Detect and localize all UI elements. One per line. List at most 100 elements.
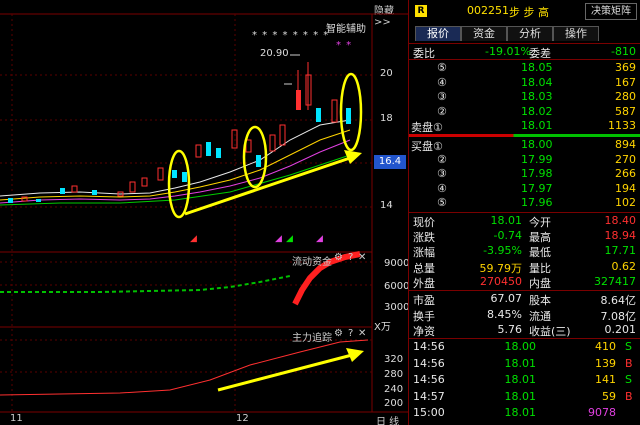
stock-code: 002251 — [467, 4, 509, 17]
svg-text:◢: ◢ — [286, 234, 293, 244]
capital-axis-6000: 6000 — [384, 281, 408, 292]
quote-label: 内盘 — [529, 276, 551, 290]
current-price-marker: 16.4 — [374, 155, 406, 169]
tick-price: 18.01 — [504, 356, 537, 370]
helper-label[interactable]: 智能辅助 — [326, 20, 366, 35]
buy-level-volume: 194 — [615, 181, 636, 195]
tick-time: 14:56 — [413, 373, 445, 386]
close-icon[interactable]: ✕ — [358, 252, 366, 263]
sell-level-volume: 1133 — [608, 119, 636, 132]
sell-level-volume: 167 — [615, 75, 636, 89]
finance-label: 净资 — [413, 325, 435, 338]
quote-value: 17.71 — [604, 244, 637, 258]
buy-level-price: 17.97 — [521, 181, 553, 195]
quote-value: 18.01 — [490, 214, 523, 227]
quote-panel: R 002251 步 步 高 决策矩阵 报价 资金 分析 操作 委比 -19.0… — [408, 0, 640, 425]
weicha-value: -810 — [611, 45, 636, 58]
r-badge: R — [415, 5, 427, 17]
tick-time: 14:56 — [413, 356, 445, 370]
sell-level-volume: 280 — [615, 90, 636, 103]
finance-label: 流通 — [529, 309, 551, 323]
sell-level-price: 18.02 — [521, 104, 553, 118]
finance-label: 市盈 — [413, 294, 435, 307]
tick-volume: 59 — [602, 389, 616, 403]
quote-value: 18.40 — [604, 214, 637, 227]
buy-level-price: 17.96 — [521, 196, 553, 209]
finance-label: 股本 — [529, 294, 551, 307]
weibi-value: -19.01% — [485, 45, 531, 58]
tab-analysis[interactable]: 分析 — [507, 26, 553, 41]
quote-label: 量比 — [529, 261, 551, 275]
tab-operation[interactable]: 操作 — [553, 26, 599, 41]
sell-level-price: 18.03 — [521, 90, 553, 103]
tick-volume: 410 — [595, 340, 616, 353]
svg-text:◢: ◢ — [275, 234, 282, 244]
quote-label: 总量 — [413, 261, 435, 275]
price-axis-14: 14 — [380, 200, 393, 211]
sell-level-label: ② — [437, 104, 447, 118]
quote-value: 327417 — [594, 274, 636, 288]
tick-side: B — [625, 356, 633, 370]
stars-row2: * * — [336, 40, 353, 51]
finance-value: 0.201 — [604, 323, 637, 336]
finance-value: 5.76 — [497, 323, 523, 336]
stars-row1: * * * * * * * * — [252, 30, 330, 41]
finance-label: 收益(三) — [529, 325, 571, 338]
tracking-axis-320: 320 — [384, 354, 404, 365]
gear-icon[interactable]: ⚙ — [334, 252, 343, 263]
tick-side: S — [625, 373, 632, 386]
quote-value: 270450 — [480, 274, 522, 288]
price-axis-18: 18 — [380, 113, 393, 124]
sell-level-price: 18.04 — [521, 75, 553, 89]
finance-value: 8.64亿 — [600, 294, 637, 307]
capital-unit: X万 — [374, 322, 391, 333]
buy-level-price: 17.98 — [521, 167, 553, 180]
tick-time: 14:56 — [413, 340, 445, 353]
gear-icon[interactable]: ⚙ — [334, 328, 343, 339]
help-icon[interactable]: ? — [348, 328, 353, 339]
capital-axis-9000: 9000 — [384, 258, 408, 269]
price-axis-20: 20 — [380, 68, 393, 79]
kline-chart-area[interactable]: 隐藏 >> ◢ ◢ ◢ ◢ 智能辅助 * * * * * * * * * * 2… — [0, 0, 408, 425]
buy-level-volume: 102 — [615, 196, 636, 209]
buy-level-volume: 266 — [615, 167, 636, 180]
tick-time: 14:57 — [413, 389, 445, 403]
tick-side: B — [625, 389, 633, 403]
sell-level-volume: 369 — [615, 61, 636, 74]
tick-volume: 141 — [595, 373, 616, 386]
tick-volume: 9078 — [588, 406, 616, 419]
tick-time: 15:00 — [413, 406, 445, 419]
buy-level-price: 18.00 — [521, 138, 553, 151]
tick-price: 18.01 — [504, 406, 537, 419]
quote-label: 涨幅 — [413, 246, 435, 260]
buy-level-label: ④ — [437, 181, 447, 195]
month-label-12: 12 — [236, 413, 249, 424]
sell-level-price: 18.05 — [521, 61, 553, 74]
sell-level-label: ④ — [437, 75, 447, 89]
quote-label: 最高 — [529, 231, 551, 245]
tick-price: 18.01 — [504, 389, 537, 403]
tab-capital[interactable]: 资金 — [461, 26, 507, 41]
tick-price: 18.01 — [504, 373, 537, 386]
quote-value: -3.95% — [483, 244, 522, 258]
tick-volume: 139 — [595, 356, 616, 370]
decision-button[interactable]: 决策矩阵 — [585, 3, 637, 20]
buy-level-label: ⑤ — [437, 196, 447, 209]
finance-value: 8.45% — [487, 307, 522, 321]
quote-label: 现价 — [413, 216, 435, 229]
tracking-axis-200: 200 — [384, 398, 404, 409]
quote-label: 外盘 — [413, 276, 435, 290]
close-icon[interactable]: ✕ — [358, 328, 366, 339]
capital-panel-title: 流动资金 — [292, 257, 332, 268]
quote-label: 涨跌 — [413, 231, 435, 245]
finance-value: 7.08亿 — [600, 309, 637, 323]
tracking-panel-title: 主力追踪 — [292, 333, 332, 344]
buy-level-label: ③ — [437, 167, 447, 180]
sell-level-label: ③ — [437, 90, 447, 103]
period-label[interactable]: 日 线 — [376, 413, 399, 425]
help-icon[interactable]: ? — [348, 252, 353, 263]
chart-svg: ◢ ◢ ◢ ◢ — [0, 13, 408, 413]
quote-label: 今开 — [529, 216, 551, 229]
tracking-axis-280: 280 — [384, 369, 404, 380]
tab-quote[interactable]: 报价 — [415, 26, 461, 41]
